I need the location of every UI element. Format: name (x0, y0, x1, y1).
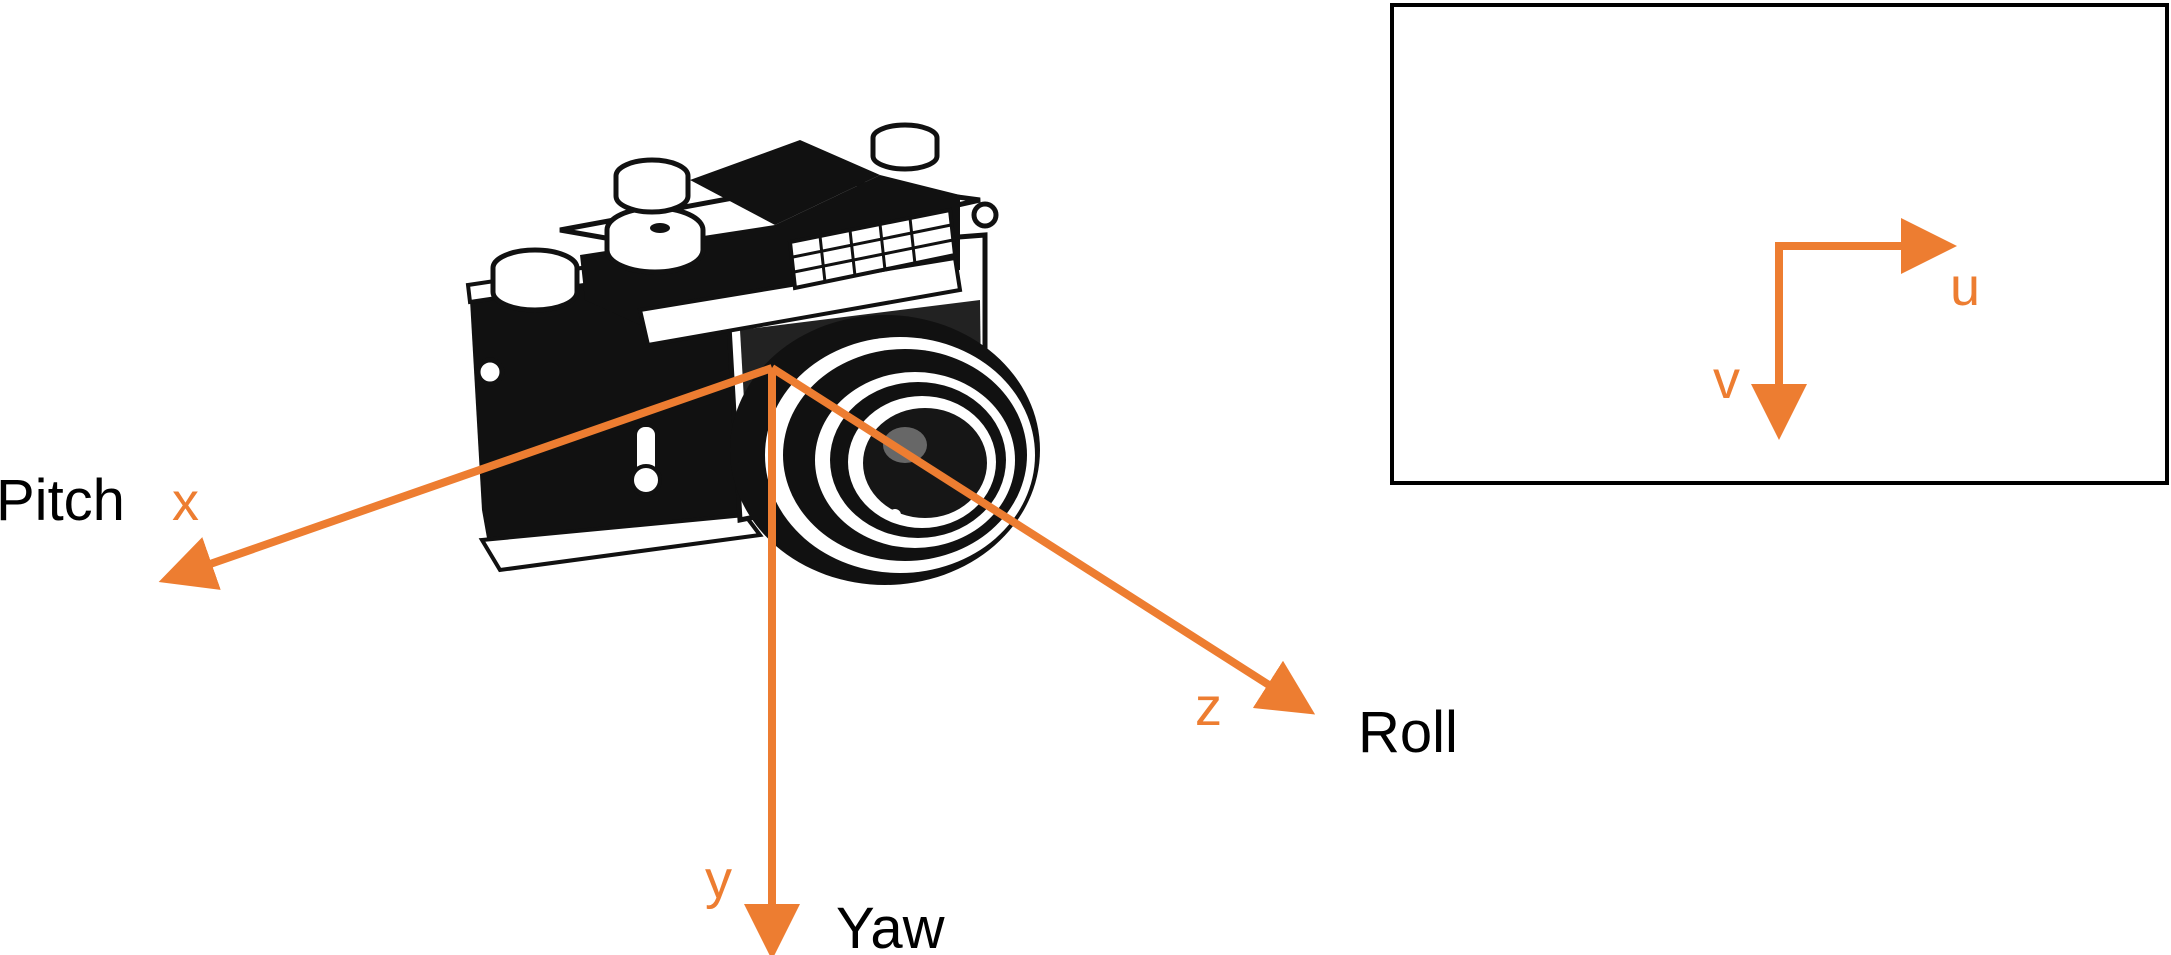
camera-coordinate-diagram: x y z Pitch Yaw Roll u v (0, 3, 2169, 955)
pitch-label: Pitch (0, 468, 125, 533)
camera-icon (465, 122, 1040, 585)
yaw-label: Yaw (836, 896, 946, 955)
roll-label: Roll (1358, 700, 1458, 765)
film-advance-dial (613, 157, 691, 215)
image-plane: u v (1390, 3, 2169, 485)
rewind-dial (490, 247, 580, 313)
y-axis-label: y (705, 850, 732, 910)
x-axis-label: x (172, 472, 199, 532)
z-axis-label: z (1195, 677, 1222, 737)
lens (730, 315, 1040, 585)
v-axis-label: v (1713, 350, 1740, 410)
u-axis-label: u (1950, 257, 1980, 317)
advance-lever (870, 122, 940, 172)
shutter-dial (604, 205, 706, 275)
